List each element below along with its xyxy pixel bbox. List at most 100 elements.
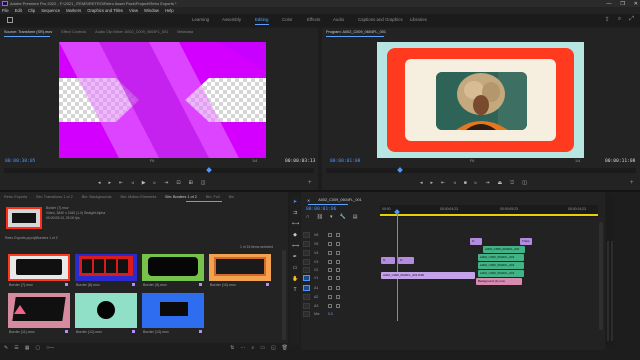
tab-bin[interactable]: Bin [229, 195, 235, 199]
thumb-border-11[interactable] [8, 293, 70, 328]
track-v6[interactable]: V6 [303, 231, 377, 239]
icon-view-icon[interactable]: ▦ [25, 345, 30, 351]
workspace-editing[interactable]: Editing [255, 17, 268, 22]
program-add-button-icon[interactable]: + [630, 180, 634, 186]
fullscreen-icon[interactable]: ⤢ [629, 16, 634, 23]
thumb-border-7[interactable] [8, 254, 70, 281]
timeline-timecode[interactable]: 00:00:01:06 [306, 207, 336, 212]
goto-out-icon[interactable]: ⇥ [164, 180, 168, 186]
tab-bin-backgrounds[interactable]: Bin: Backgrounds [82, 195, 112, 199]
hand-tool-icon[interactable]: ✋ [292, 276, 298, 282]
captions-icon[interactable]: ▤ [353, 214, 358, 220]
minimize-button[interactable]: — [606, 1, 611, 7]
timeline-clip[interactable]: A002_C009_0604FL_001 [478, 262, 524, 269]
menu-edit[interactable]: Edit [15, 8, 22, 13]
maximize-button[interactable]: ❐ [620, 1, 624, 7]
mark-in-icon[interactable]: ◂ [98, 180, 101, 186]
workspace-learning[interactable]: Learning [192, 17, 209, 22]
slip-tool-icon[interactable]: ⟺ [292, 243, 299, 249]
search-icon[interactable]: ⌕ [618, 16, 621, 23]
menu-view[interactable]: View [129, 8, 138, 13]
thumb-border-13[interactable] [142, 293, 204, 328]
program-timecode-current[interactable]: 00:00:01:08 [330, 159, 360, 164]
sequence-tab[interactable]: A002_C009_0604FL_001 [318, 198, 362, 202]
program-scale-select[interactable]: 1/4 [575, 159, 580, 163]
menu-markers[interactable]: Markers [66, 8, 81, 13]
source-video-frame[interactable] [59, 42, 266, 158]
menu-file[interactable]: File [2, 8, 9, 13]
tab-source[interactable]: Source: Transform (SR).mov [4, 30, 52, 34]
workspace-libraries[interactable]: Libraries [410, 17, 427, 22]
menu-window[interactable]: Window [144, 8, 159, 13]
program-video-frame[interactable] [377, 42, 584, 158]
list-view-icon[interactable]: ☰ [14, 345, 18, 351]
tab-bin-borders[interactable]: Bin: Borders 1 of 2 [165, 195, 196, 199]
tab-program[interactable]: Program: A002_C009_0604FL_001 [326, 30, 386, 34]
track-a3[interactable]: A3 [303, 302, 377, 310]
new-bin-icon[interactable]: ▭ [260, 345, 265, 351]
menu-clip[interactable]: Clip [28, 8, 35, 13]
track-mix[interactable]: Mix 0.0 [303, 310, 377, 318]
timeline-clip[interactable]: A002_C009_0604FL_001.R3D [381, 272, 475, 279]
prog-goto-in-icon[interactable]: ⇤ [441, 180, 445, 186]
program-time-ruler[interactable] [326, 168, 636, 173]
prog-export-frame-icon[interactable]: ◫ [522, 180, 527, 186]
prog-step-forward-icon[interactable]: ▹ [475, 180, 478, 186]
tab-bin-motion[interactable]: Bin: Motion Elements [121, 195, 157, 199]
tab-bin-full[interactable]: Bin: Full [206, 195, 220, 199]
timeline-clip[interactable]: A002_C009_0604FL_001 [478, 270, 524, 277]
workspace-effects[interactable]: Effects [307, 17, 320, 22]
program-fit-select[interactable]: Fit [470, 159, 474, 163]
close-sequence-icon[interactable]: ✕ [307, 198, 310, 203]
close-button[interactable]: ✕ [634, 1, 638, 7]
tab-effect-controls[interactable]: Effect Controls [61, 30, 86, 34]
timeline-clip[interactable]: fx [470, 238, 482, 245]
insert-icon[interactable]: ⊡ [176, 180, 180, 186]
source-add-button-icon[interactable]: + [308, 180, 312, 186]
tab-metadata[interactable]: Metadata [177, 30, 193, 34]
track-a2[interactable]: A2 [303, 293, 377, 301]
track-v5[interactable]: V5 [303, 240, 377, 248]
menu-sequence[interactable]: Sequence [41, 8, 60, 13]
prog-mark-in-icon[interactable]: ◂ [420, 180, 423, 186]
export-frame-icon[interactable]: ◫ [201, 180, 206, 186]
automate-icon[interactable]: ⋯ [240, 345, 245, 351]
overwrite-icon[interactable]: ⊞ [189, 180, 193, 186]
track-v2[interactable]: V2 [303, 266, 377, 274]
step-back-icon[interactable]: ◃ [131, 180, 134, 186]
workspace-assembly[interactable]: Assembly [222, 17, 241, 22]
timeline-clip[interactable]: Trans [520, 238, 532, 245]
prog-goto-out-icon[interactable]: ⇥ [485, 180, 489, 186]
step-forward-icon[interactable]: ▹ [154, 180, 157, 186]
track-v1[interactable]: V1 [303, 274, 377, 282]
timeline-clip[interactable]: fx [381, 257, 395, 264]
tab-bin-transitions[interactable]: Bin: Transitions 1 of 2 [36, 195, 73, 199]
source-time-ruler[interactable] [4, 168, 314, 173]
type-tool-icon[interactable]: T [292, 287, 298, 293]
selection-tool-icon[interactable]: ➤ [292, 199, 298, 205]
track-v4[interactable]: V4 [303, 249, 377, 257]
source-timecode-current[interactable]: 00:00:30:05 [5, 159, 35, 164]
timeline-clip[interactable]: fx [398, 257, 414, 264]
timeline-clip[interactable]: A002_C009_0604FL_001 [478, 254, 524, 261]
play-icon[interactable]: ▶ [142, 180, 146, 186]
workspace-captions[interactable]: Captions and Graphics [358, 17, 403, 22]
thumb-border-12[interactable] [75, 293, 137, 328]
work-area-bar[interactable] [380, 214, 598, 216]
mark-out-icon[interactable]: ▸ [109, 180, 112, 186]
home-icon[interactable] [7, 17, 13, 23]
goto-in-icon[interactable]: ⇤ [119, 180, 123, 186]
snap-icon[interactable]: ∩ [306, 214, 310, 220]
freeform-view-icon[interactable]: ▢ [35, 345, 40, 351]
pencil-icon[interactable]: ✎ [4, 345, 8, 351]
timeline-playhead[interactable] [397, 211, 398, 321]
share-icon[interactable]: ⇪ [605, 16, 610, 23]
linked-selection-icon[interactable]: ⛓ [317, 214, 323, 220]
prog-step-back-icon[interactable]: ◃ [453, 180, 456, 186]
workspace-color[interactable]: Color [282, 17, 293, 22]
ripple-edit-tool-icon[interactable]: ⟷ [292, 221, 299, 227]
timeline-clip[interactable]: A002_C009_0604FL_001 [483, 246, 525, 253]
find-icon[interactable]: ⌕ [251, 345, 254, 351]
tab-audio-clip-mixer[interactable]: Audio Clip Mixer: A002_C009_0604FL_001 [95, 30, 168, 34]
zoom-slider-icon[interactable]: ○— [46, 345, 54, 351]
